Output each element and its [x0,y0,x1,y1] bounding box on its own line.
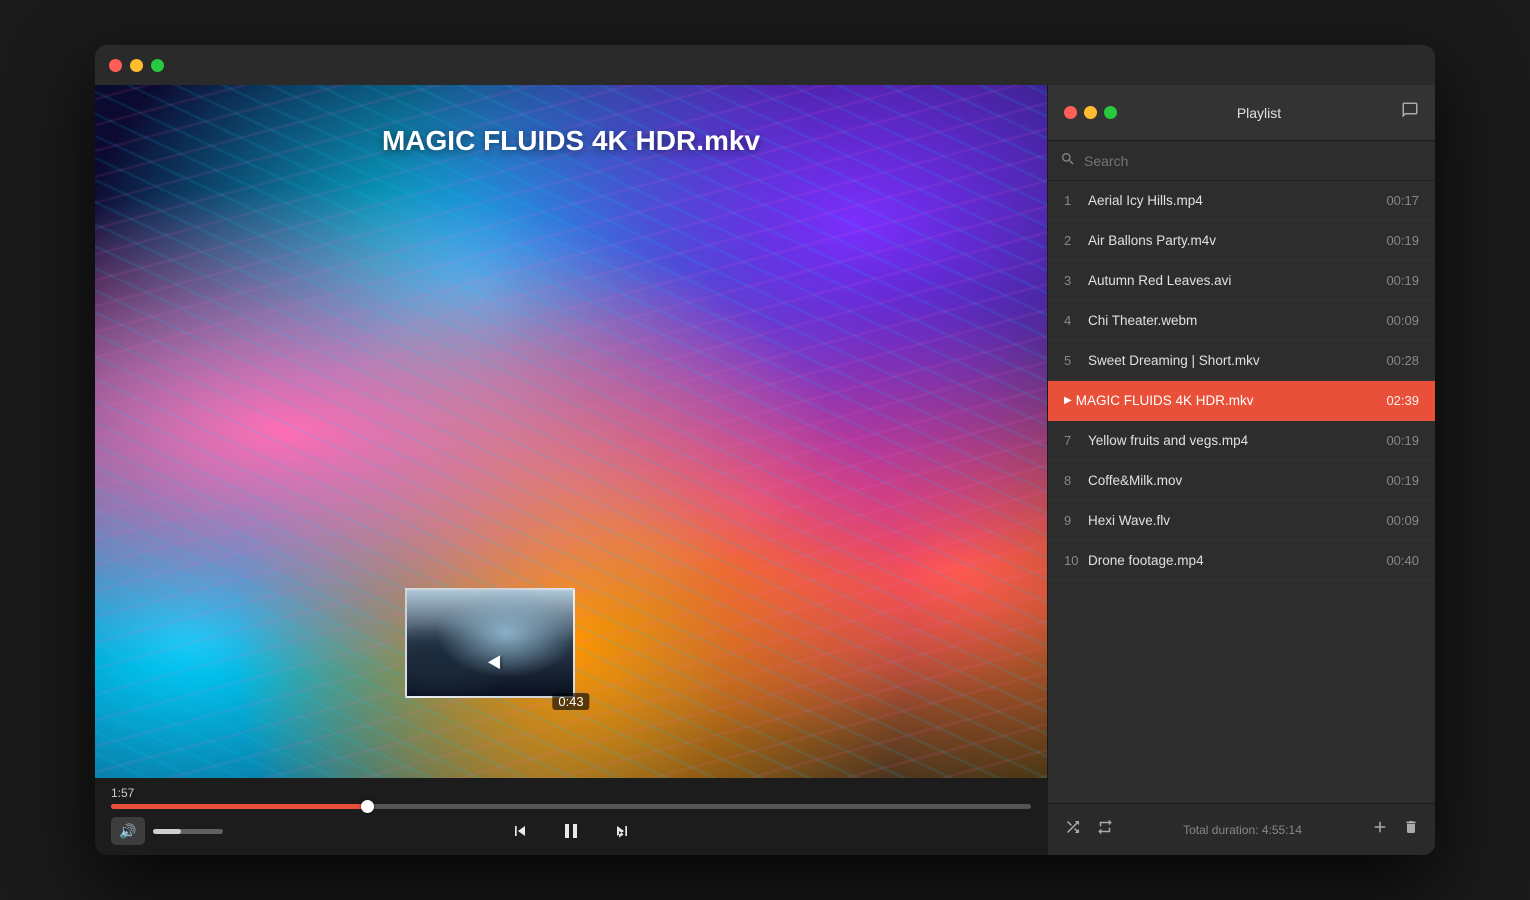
search-bar [1048,141,1435,181]
playlist-item[interactable]: 1 Aerial Icy Hills.mp4 00:17 [1048,181,1435,221]
video-title: MAGIC FLUIDS 4K HDR.mkv [95,125,1047,157]
playlist-item[interactable]: 3 Autumn Red Leaves.avi 00:19 [1048,261,1435,301]
playlist-footer: Total duration: 4:55:14 [1048,803,1435,855]
item-duration: 00:17 [1386,193,1419,208]
search-icon [1060,151,1076,170]
playlist-item[interactable]: 9 Hexi Wave.flv 00:09 [1048,501,1435,541]
item-duration: 00:19 [1386,433,1419,448]
item-number: 3 [1064,273,1088,288]
app-window: MAGIC FLUIDS 4K HDR.mkv 0:43 1:57 [95,45,1435,855]
item-duration: 00:09 [1386,313,1419,328]
item-name: MAGIC FLUIDS 4K HDR.mkv [1076,393,1379,408]
item-number: 7 [1064,433,1088,448]
item-number: 2 [1064,233,1088,248]
item-name: Aerial Icy Hills.mp4 [1088,193,1378,208]
progress-fill [111,804,369,809]
item-name: Yellow fruits and vegs.mp4 [1088,433,1378,448]
add-button[interactable] [1369,816,1391,843]
playlist-item[interactable]: 2 Air Ballons Party.m4v 00:19 [1048,221,1435,261]
item-duration: 00:09 [1386,513,1419,528]
previous-button[interactable] [509,821,531,841]
playlist-maximize-button[interactable] [1104,106,1117,119]
volume-group: 🔊 [111,817,223,845]
playback-controls [509,819,633,843]
item-number: 8 [1064,473,1088,488]
item-duration: 00:28 [1386,353,1419,368]
total-duration: Total duration: 4:55:14 [1126,823,1359,837]
item-duration: 00:19 [1386,233,1419,248]
item-duration: 00:40 [1386,553,1419,568]
delete-button[interactable] [1401,816,1421,843]
window-controls [109,59,164,72]
pause-button[interactable] [559,819,583,843]
shuffle-button[interactable] [1062,816,1084,843]
playlist-title: Playlist [1237,105,1281,121]
progress-area: 1:57 [111,786,1031,809]
playlist-item[interactable]: 7 Yellow fruits and vegs.mp4 00:19 [1048,421,1435,461]
next-button[interactable] [611,821,633,841]
playlist-item[interactable]: ▶ MAGIC FLUIDS 4K HDR.mkv 02:39 [1048,381,1435,421]
item-number: 9 [1064,513,1088,528]
item-name: Drone footage.mp4 [1088,553,1378,568]
controls-bar: 1:57 🔊 [95,778,1047,855]
playlist-item[interactable]: 10 Drone footage.mp4 00:40 [1048,541,1435,581]
playlist-items: 1 Aerial Icy Hills.mp4 00:17 2 Air Ballo… [1048,181,1435,803]
video-background: MAGIC FLUIDS 4K HDR.mkv [95,85,1047,778]
playlist-panel: Playlist 1 Aerial [1047,85,1435,855]
title-bar [95,45,1435,85]
playlist-item[interactable]: 8 Coffe&Milk.mov 00:19 [1048,461,1435,501]
seek-time-label: 0:43 [552,693,589,710]
volume-icon: 🔊 [119,823,136,840]
volume-button[interactable]: 🔊 [111,817,145,845]
item-number: 10 [1064,553,1088,568]
item-duration: 00:19 [1386,473,1419,488]
item-number: 1 [1064,193,1088,208]
seek-thumbnail [405,588,575,698]
video-area: MAGIC FLUIDS 4K HDR.mkv 0:43 1:57 [95,85,1047,855]
playlist-window-controls [1064,106,1117,119]
item-name: Autumn Red Leaves.avi [1088,273,1378,288]
playlist-item[interactable]: 5 Sweet Dreaming | Short.mkv 00:28 [1048,341,1435,381]
search-input[interactable] [1084,153,1423,169]
controls-row: 🔊 [111,817,1031,845]
close-button[interactable] [109,59,122,72]
playlist-close-button[interactable] [1064,106,1077,119]
item-name: Coffe&Milk.mov [1088,473,1378,488]
item-name: Hexi Wave.flv [1088,513,1378,528]
playlist-item[interactable]: 4 Chi Theater.webm 00:09 [1048,301,1435,341]
main-content: MAGIC FLUIDS 4K HDR.mkv 0:43 1:57 [95,85,1435,855]
volume-slider[interactable] [153,829,223,834]
time-elapsed: 1:57 [111,786,1031,800]
play-indicator: ▶ [1064,395,1072,406]
playlist-minimize-button[interactable] [1084,106,1097,119]
item-name: Air Ballons Party.m4v [1088,233,1378,248]
item-number: 5 [1064,353,1088,368]
item-duration: 00:19 [1386,273,1419,288]
item-name: Sweet Dreaming | Short.mkv [1088,353,1378,368]
chat-button[interactable] [1401,101,1419,124]
progress-track[interactable] [111,804,1031,809]
item-duration: 02:39 [1386,393,1419,408]
minimize-button[interactable] [130,59,143,72]
volume-fill [153,829,181,834]
item-number: 4 [1064,313,1088,328]
maximize-button[interactable] [151,59,164,72]
item-name: Chi Theater.webm [1088,313,1378,328]
playlist-header: Playlist [1048,85,1435,141]
repeat-button[interactable] [1094,816,1116,843]
